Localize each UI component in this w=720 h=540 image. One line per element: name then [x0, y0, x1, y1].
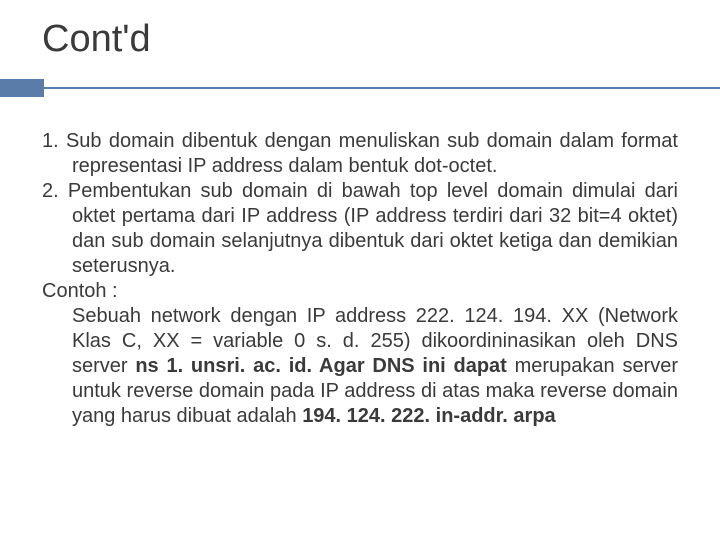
example-bold-2: 194. 124. 222. in-addr. arpa [302, 405, 555, 427]
list-item-2: 2. Pembentukan sub domain di bawah top l… [42, 179, 678, 279]
accent-line [0, 87, 720, 89]
example-bold-1: ns 1. unsri. ac. id. Agar DNS ini dapat [135, 355, 514, 377]
list-item-1: 1. Sub domain dibentuk dengan menuliskan… [42, 129, 678, 179]
slide: Cont'd 1. Sub domain dibentuk dengan men… [0, 0, 720, 540]
example-body: Sebuah network dengan IP address 222. 12… [42, 304, 678, 429]
accent-bar [0, 79, 720, 101]
slide-title: Cont'd [42, 18, 680, 61]
slide-content: 1. Sub domain dibentuk dengan menuliskan… [40, 129, 680, 429]
example-label: Contoh : [42, 279, 678, 304]
accent-block [0, 79, 44, 97]
